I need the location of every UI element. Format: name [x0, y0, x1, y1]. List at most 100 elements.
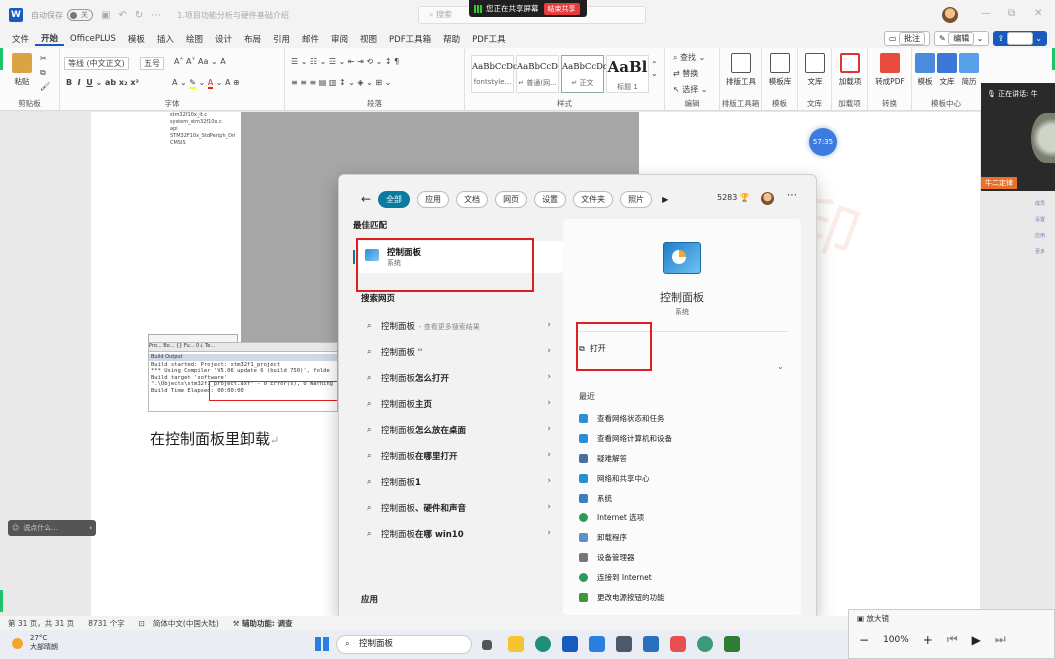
font-size-buttons[interactable]: A˄ A˅ Aa ⌄ A: [174, 57, 226, 66]
web-result[interactable]: ⌕ 控制面板怎么放在桌面 ›: [353, 417, 563, 443]
rail-item[interactable]: 应用: [1030, 232, 1050, 240]
tab-all[interactable]: 全部: [378, 190, 411, 208]
autosave-switch[interactable]: 关: [67, 9, 93, 21]
copy-icon[interactable]: ⧉: [40, 68, 46, 78]
meeting-video-panel[interactable]: 🎙 正在讲话: 牛 牛二定律: [981, 83, 1055, 191]
zoom-in-button[interactable]: +: [923, 633, 933, 647]
addins-button[interactable]: 加载项: [834, 53, 866, 87]
document-title[interactable]: 1.项目功能分析与硬件基础介绍: [177, 10, 289, 21]
tab-documents[interactable]: 文档: [456, 190, 489, 208]
more-options-icon[interactable]: ⋯: [787, 190, 797, 201]
more-tabs-icon[interactable]: ▶: [662, 195, 668, 204]
app-icon[interactable]: [697, 636, 713, 652]
resume-button[interactable]: 简历: [958, 53, 980, 87]
menu-view[interactable]: 视图: [354, 33, 383, 45]
language-status[interactable]: 简体中文(中国大陆): [153, 618, 219, 629]
wenku-button[interactable]: 文库: [800, 53, 830, 87]
comment-input[interactable]: ☺ 说点什么... ‹: [8, 520, 96, 536]
menu-officeplus[interactable]: OfficePLUS: [64, 34, 122, 44]
share-button[interactable]: ⇪ 共享 ⌄: [992, 31, 1047, 46]
back-arrow-icon[interactable]: ←: [361, 192, 371, 206]
list-buttons[interactable]: ☰ ⌄ ☷ ⌄ ☲ ⌄ ⇤ ⇥ ⟲ ⌄ ↕ ¶: [291, 57, 399, 66]
save-icon[interactable]: ▣: [101, 10, 110, 21]
skip-back-icon[interactable]: ⏮: [947, 632, 958, 647]
recent-item[interactable]: 连接到 Internet: [579, 567, 672, 587]
rewards-points[interactable]: 5283 🏆: [717, 193, 750, 202]
select-button[interactable]: ↖ 选择 ⌄: [673, 84, 708, 95]
more-icon[interactable]: ⋯: [151, 10, 161, 21]
recent-item[interactable]: 卸载程序: [579, 528, 672, 548]
rail-item[interactable]: 成员: [1030, 200, 1050, 208]
menu-draw[interactable]: 绘图: [180, 33, 209, 45]
font-name-select[interactable]: 等线 (中文正文): [64, 57, 129, 70]
page-count[interactable]: 第 31 页，共 31 页: [8, 618, 74, 629]
recent-item[interactable]: 查看网络计算机和设备: [579, 429, 672, 449]
format-buttons[interactable]: B I U ⌄ ab x₂ x²: [66, 78, 139, 87]
paste-button[interactable]: 粘贴: [10, 53, 34, 87]
web-result[interactable]: ⌕ 控制面板 '' ›: [353, 339, 563, 365]
menu-references[interactable]: 引用: [267, 33, 296, 45]
recent-item[interactable]: 疑难解答: [579, 449, 672, 469]
menu-review[interactable]: 审阅: [325, 33, 354, 45]
recent-item[interactable]: 更改电源按钮的功能: [579, 587, 672, 607]
restore-icon[interactable]: ⧉: [1008, 8, 1015, 19]
styles-scroll-icon[interactable]: ⌃ ⌄: [651, 60, 658, 78]
proofing-icon[interactable]: ⊡: [139, 619, 145, 628]
edge-icon[interactable]: [535, 636, 551, 652]
menu-pdf-toolbox[interactable]: PDF工具箱: [383, 33, 437, 45]
weather-widget[interactable]: 27°C 大部晴朗: [12, 634, 58, 652]
web-result[interactable]: ⌕ 控制面板在哪 win10 ›: [353, 521, 563, 547]
font-size-select[interactable]: 五号: [140, 57, 164, 70]
format-painter-icon[interactable]: 🖌: [40, 82, 50, 91]
skip-forward-icon[interactable]: ⏭: [995, 632, 1006, 647]
menu-pdf-tools[interactable]: PDF工具: [466, 33, 512, 45]
collapse-icon[interactable]: ‹: [89, 524, 92, 532]
convert-pdf-button[interactable]: 转成PDF: [870, 53, 910, 87]
menu-mailings[interactable]: 邮件: [296, 33, 325, 45]
rail-item[interactable]: 设置: [1030, 216, 1050, 224]
redo-icon[interactable]: ↻: [135, 10, 143, 21]
tab-apps[interactable]: 应用: [417, 190, 450, 208]
menu-layout[interactable]: 布局: [238, 33, 267, 45]
comment-button[interactable]: ▭ 批注: [883, 31, 930, 46]
recent-item[interactable]: 网络和共享中心: [579, 468, 672, 488]
color-buttons[interactable]: A ⌄ ✎ ⌄ A ⌄ A ⊕: [172, 78, 240, 89]
windows-start-icon[interactable]: [315, 637, 329, 651]
app-icon[interactable]: [643, 636, 659, 652]
web-result[interactable]: ⌕ 控制面板主页 ›: [353, 391, 563, 417]
accessibility-status[interactable]: ⚒ 辅助功能: 调查: [233, 618, 293, 629]
style-heading-1[interactable]: AaBl 标题 1: [606, 55, 649, 93]
minimize-icon[interactable]: —: [981, 8, 991, 19]
wenku2-button[interactable]: 文库: [936, 53, 958, 87]
play-icon[interactable]: ▶: [972, 633, 981, 647]
style-fontstyle[interactable]: AaBbCcDdI fontstyle...: [471, 55, 522, 93]
style-body[interactable]: AaBbCcDc ↵ 正文: [561, 55, 608, 93]
app-icon[interactable]: [724, 636, 740, 652]
recent-item[interactable]: 查看网络状态和任务: [579, 409, 672, 429]
autosave-toggle[interactable]: 自动保存 关: [31, 9, 93, 21]
replace-button[interactable]: ⇄ 替换: [673, 68, 698, 79]
menu-help[interactable]: 帮助: [437, 33, 466, 45]
tab-photos[interactable]: 照片: [620, 190, 653, 208]
edit-button[interactable]: ✎ 编辑 ⌄: [934, 31, 989, 46]
find-button[interactable]: ⌕ 查找 ⌄: [673, 52, 705, 63]
app-icon[interactable]: [616, 636, 632, 652]
end-share-button[interactable]: 结束共享: [543, 2, 580, 15]
align-buttons[interactable]: ≡ ≡ ≡ ▤ ▥ ↕ ⌄ ◈ ⌄ ⊞ ⌄: [291, 78, 391, 87]
menu-home[interactable]: 开始: [35, 32, 65, 46]
web-result[interactable]: ⌕ 控制面板1 ›: [353, 469, 563, 495]
timer-bubble[interactable]: 57:35: [809, 128, 837, 156]
web-result[interactable]: ⌕ 控制面板怎么打开 ›: [353, 365, 563, 391]
app-icon[interactable]: [589, 636, 605, 652]
menu-template[interactable]: 模板: [122, 33, 151, 45]
template-library-button[interactable]: 模板库: [764, 53, 796, 87]
tab-folders[interactable]: 文件夹: [573, 190, 614, 208]
rail-item[interactable]: 更多: [1030, 248, 1050, 256]
menu-insert[interactable]: 插入: [151, 33, 180, 45]
word-taskbar-icon[interactable]: [562, 636, 578, 652]
recent-item[interactable]: 系统: [579, 488, 672, 508]
menu-design[interactable]: 设计: [209, 33, 238, 45]
web-result[interactable]: ⌕ 控制面板 - 查看更多搜索结果 ›: [353, 313, 563, 339]
zoom-out-button[interactable]: −: [859, 633, 869, 647]
cut-icon[interactable]: ✂: [40, 54, 47, 63]
